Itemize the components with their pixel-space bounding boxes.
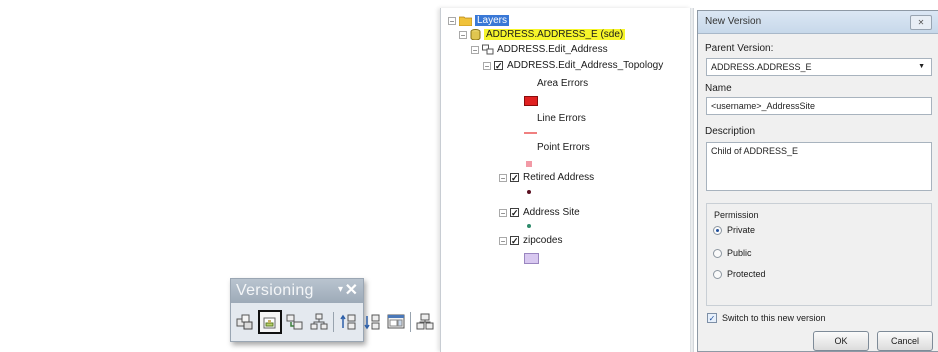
permission-private-option[interactable]: Private bbox=[713, 225, 755, 235]
line-errors-label: Line Errors bbox=[537, 113, 586, 124]
feature-dataset-icon bbox=[482, 44, 494, 55]
reconcile-button[interactable] bbox=[337, 311, 359, 333]
create-version-button[interactable] bbox=[258, 310, 282, 334]
toc-database[interactable]: − ADDRESS.ADDRESS_E (sde) bbox=[459, 28, 626, 41]
collapse-icon[interactable]: − bbox=[471, 45, 479, 54]
reconcile-icon bbox=[340, 314, 356, 330]
dialog-title-bar[interactable]: New Version ✕ bbox=[698, 11, 938, 34]
ok-button[interactable]: OK bbox=[813, 331, 869, 351]
toc-feature-dataset[interactable]: − ADDRESS.Edit_Address bbox=[471, 43, 608, 56]
layers-label: Layers bbox=[475, 15, 510, 26]
version-name-input[interactable]: <username>_AddressSite bbox=[706, 97, 932, 115]
protected-radio[interactable] bbox=[713, 269, 722, 279]
description-textarea[interactable]: Child of ADDRESS_E bbox=[706, 142, 932, 191]
conflicts-icon bbox=[416, 313, 434, 330]
description-value: Child of ADDRESS_E bbox=[711, 146, 799, 156]
collapse-icon[interactable]: − bbox=[459, 30, 467, 39]
dialog-title: New Version bbox=[705, 16, 762, 27]
replicate-icon bbox=[236, 314, 253, 330]
public-label: Public bbox=[727, 248, 752, 258]
switch-version-label: Switch to this new version bbox=[722, 313, 826, 323]
name-label: Name bbox=[705, 83, 732, 94]
version-changes-icon bbox=[387, 314, 405, 329]
toc-retired-address-layer[interactable]: − ✓ Retired Address bbox=[499, 171, 594, 184]
retired-address-label: Retired Address bbox=[523, 172, 595, 183]
toolbar-title: Versioning bbox=[236, 282, 314, 299]
area-error-symbol bbox=[524, 96, 538, 106]
topology-visibility-checkbox[interactable]: ✓ bbox=[494, 61, 503, 71]
zipcodes-label: zipcodes bbox=[523, 235, 563, 246]
toc-zipcodes-layer[interactable]: − ✓ zipcodes bbox=[499, 234, 562, 247]
layers-folder-icon bbox=[459, 16, 472, 26]
post-button[interactable] bbox=[361, 311, 383, 333]
permission-public-option[interactable]: Public bbox=[713, 248, 752, 258]
toc-address-site-layer[interactable]: − ✓ Address Site bbox=[499, 206, 580, 219]
database-icon bbox=[470, 29, 481, 40]
public-radio[interactable] bbox=[713, 248, 722, 258]
address-site-symbol bbox=[527, 224, 531, 228]
line-error-symbol bbox=[524, 132, 537, 134]
change-version-button[interactable] bbox=[308, 311, 330, 333]
post-icon bbox=[364, 314, 380, 330]
collapse-icon[interactable]: − bbox=[499, 173, 507, 182]
collapse-icon[interactable]: − bbox=[499, 236, 507, 245]
toc-topology-layer[interactable]: − ✓ ADDRESS.Edit_Address_Topology bbox=[483, 59, 663, 72]
permission-protected-option[interactable]: Protected bbox=[713, 269, 766, 279]
change-version-icon bbox=[310, 313, 328, 330]
version-name-value: <username>_AddressSite bbox=[711, 101, 816, 111]
toolbar-title-bar[interactable]: Versioning ▾ ✕ bbox=[231, 279, 363, 303]
refresh-version-icon bbox=[286, 314, 303, 330]
collapse-icon[interactable]: − bbox=[483, 61, 491, 70]
retired-address-symbol bbox=[527, 190, 531, 194]
parent-version-combobox[interactable]: ADDRESS.ADDRESS_E ▼ bbox=[706, 58, 932, 76]
address-site-visibility-checkbox[interactable]: ✓ bbox=[510, 208, 519, 218]
new-version-dialog: New Version ✕ Parent Version: ADDRESS.AD… bbox=[697, 10, 938, 352]
parent-version-label: Parent Version: bbox=[705, 43, 774, 54]
toolbar-menu-icon[interactable]: ▾ bbox=[338, 284, 343, 295]
retired-address-visibility-checkbox[interactable]: ✓ bbox=[510, 173, 519, 183]
cancel-button[interactable]: Cancel bbox=[877, 331, 933, 351]
replicate-button[interactable] bbox=[234, 311, 256, 333]
database-label: ADDRESS.ADDRESS_E (sde) bbox=[484, 29, 626, 40]
collapse-icon[interactable]: − bbox=[499, 208, 507, 217]
parent-version-value: ADDRESS.ADDRESS_E bbox=[711, 62, 812, 72]
topology-label: ADDRESS.Edit_Address_Topology bbox=[507, 60, 664, 71]
toc-layers-root[interactable]: − Layers bbox=[448, 14, 510, 27]
conflicts-button[interactable] bbox=[414, 311, 436, 333]
permission-label: Permission bbox=[714, 210, 759, 220]
legend-line-errors: Line Errors bbox=[537, 112, 586, 125]
collapse-icon[interactable]: − bbox=[448, 16, 456, 25]
chevron-down-icon[interactable]: ▼ bbox=[918, 63, 925, 70]
toolbar-separator bbox=[333, 312, 334, 332]
protected-label: Protected bbox=[727, 269, 766, 279]
area-errors-label: Area Errors bbox=[537, 78, 589, 89]
private-radio[interactable] bbox=[713, 225, 722, 235]
toolbar-separator bbox=[410, 312, 411, 332]
dataset-label: ADDRESS.Edit_Address bbox=[497, 44, 608, 55]
version-changes-button[interactable] bbox=[385, 311, 407, 333]
dialog-close-icon[interactable]: ✕ bbox=[910, 15, 932, 30]
legend-point-errors: Point Errors bbox=[537, 141, 590, 154]
refresh-version-button[interactable] bbox=[284, 311, 306, 333]
address-site-label: Address Site bbox=[523, 207, 580, 218]
point-errors-label: Point Errors bbox=[537, 142, 590, 153]
private-label: Private bbox=[727, 225, 756, 235]
table-of-contents: − Layers − ADDRESS.ADDRESS_E (sde) − ADD… bbox=[440, 8, 691, 352]
versioning-toolbar: Versioning ▾ ✕ bbox=[230, 278, 434, 342]
switch-version-checkbox[interactable]: ✓ bbox=[707, 313, 717, 323]
point-error-symbol bbox=[526, 161, 532, 167]
create-version-icon bbox=[263, 317, 276, 329]
zipcodes-symbol bbox=[524, 253, 539, 264]
panel-splitter[interactable] bbox=[690, 8, 694, 352]
description-label: Description bbox=[705, 126, 756, 137]
switch-version-option[interactable]: ✓ Switch to this new version bbox=[707, 313, 826, 323]
zipcodes-visibility-checkbox[interactable]: ✓ bbox=[510, 236, 519, 246]
toolbar-close-icon[interactable]: ✕ bbox=[345, 280, 358, 300]
legend-area-errors: Area Errors bbox=[537, 77, 588, 90]
